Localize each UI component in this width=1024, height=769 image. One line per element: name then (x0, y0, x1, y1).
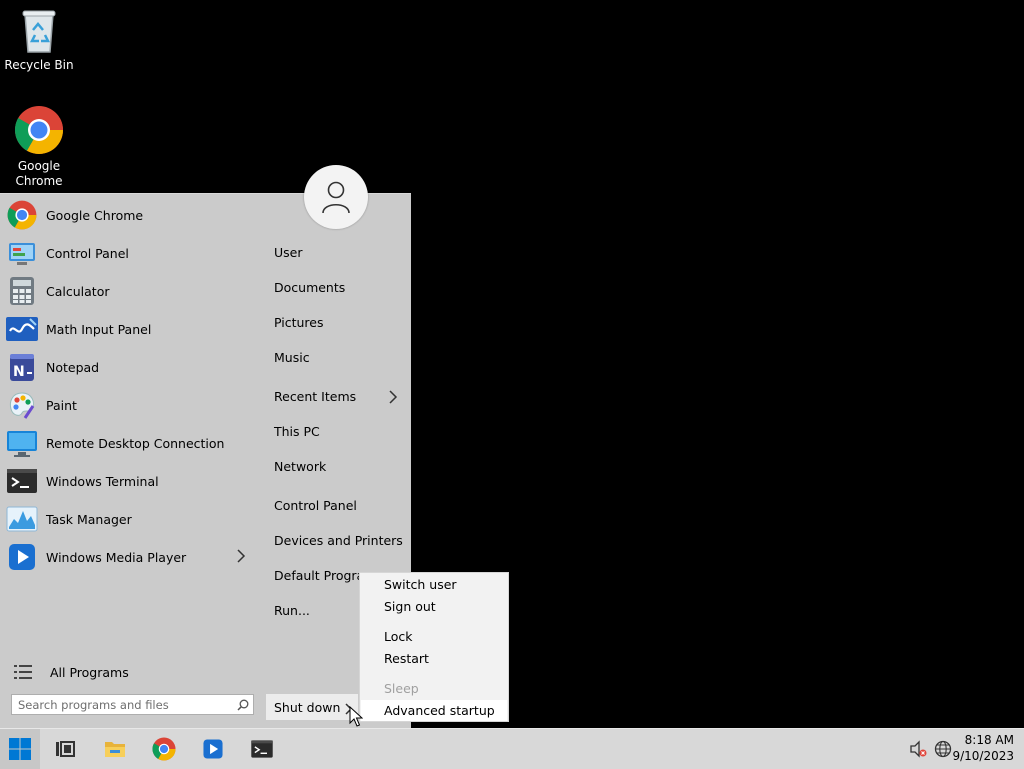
start-app-control-panel[interactable]: Control Panel (6, 235, 250, 271)
start-app-windows-terminal[interactable]: Windows Terminal (6, 463, 250, 499)
mouse-cursor-icon (349, 706, 363, 727)
notepad-icon: N (6, 351, 38, 383)
system-clock[interactable]: 8:18 AM 9/10/2023 (952, 732, 1014, 764)
search-input[interactable] (12, 697, 233, 712)
clock-date: 9/10/2023 (952, 749, 1014, 763)
start-place-recent-items[interactable]: Recent Items (274, 387, 356, 407)
search-box[interactable] (11, 694, 254, 715)
list-icon (14, 665, 32, 679)
app-label: Task Manager (46, 511, 132, 527)
recycle-bin-icon (22, 10, 56, 53)
start-place-music[interactable]: Music (274, 348, 310, 368)
power-options-menu: Switch user Sign out Lock Restart Sleep … (359, 572, 509, 722)
search-icon[interactable] (233, 699, 253, 711)
start-place-devices-printers[interactable]: Devices and Printers (274, 531, 403, 551)
network-globe-icon[interactable] (934, 740, 952, 758)
start-app-google-chrome[interactable]: Google Chrome (6, 197, 250, 233)
chrome-icon (6, 199, 38, 231)
taskbar-media-player[interactable] (193, 729, 233, 769)
menu-item-lock[interactable]: Lock (361, 626, 507, 647)
desktop-icon-recycle-bin[interactable]: Recycle Bin (0, 8, 78, 73)
taskbar-terminal[interactable] (242, 729, 282, 769)
start-place-network[interactable]: Network (274, 457, 326, 477)
start-icon (9, 738, 31, 760)
start-app-math-input-panel[interactable]: Math Input Panel (6, 311, 250, 347)
start-place-user[interactable]: User (274, 243, 303, 263)
clock-time: 8:18 AM (964, 733, 1014, 747)
user-icon (322, 181, 350, 214)
terminal-icon (6, 465, 38, 497)
start-place-pictures[interactable]: Pictures (274, 313, 324, 333)
desktop-icon-label: Google Chrome (15, 159, 63, 188)
start-app-remote-desktop[interactable]: Remote Desktop Connection (6, 425, 250, 461)
all-programs-label: All Programs (50, 664, 129, 680)
file-explorer-icon (105, 742, 125, 757)
start-app-task-manager[interactable]: Task Manager (6, 501, 250, 537)
app-label: Paint (46, 397, 77, 413)
app-label: Windows Media Player (46, 549, 187, 565)
user-avatar[interactable] (304, 165, 368, 229)
all-programs-button[interactable]: All Programs (14, 664, 129, 680)
chrome-icon (14, 106, 64, 155)
chevron-right-icon (389, 390, 398, 404)
chrome-icon (152, 737, 176, 761)
menu-item-sign-out[interactable]: Sign out (361, 596, 507, 617)
media-player-icon (6, 541, 38, 573)
taskbar-task-view[interactable] (45, 729, 85, 769)
paint-icon (6, 389, 38, 421)
start-button[interactable] (0, 729, 40, 769)
taskbar-file-explorer[interactable] (95, 729, 135, 769)
app-label: Notepad (46, 359, 100, 375)
menu-item-advanced-startup[interactable]: Advanced startup (361, 700, 507, 721)
terminal-icon (251, 740, 273, 758)
start-app-notepad[interactable]: N Notepad (6, 349, 250, 385)
chevron-right-icon (237, 549, 246, 563)
desktop-icon-label: Recycle Bin (4, 58, 74, 72)
math-input-icon (6, 313, 38, 345)
app-label: Calculator (46, 283, 110, 299)
menu-item-restart[interactable]: Restart (361, 648, 507, 669)
app-label: Windows Terminal (46, 473, 159, 489)
taskbar-chrome[interactable] (144, 729, 184, 769)
app-label: Google Chrome (46, 207, 144, 223)
start-place-run[interactable]: Run... (274, 601, 310, 621)
app-label: Math Input Panel (46, 321, 152, 337)
remote-desktop-icon (6, 427, 38, 459)
desktop-icon-google-chrome[interactable]: Google Chrome (0, 105, 78, 189)
start-app-calculator[interactable]: Calculator (6, 273, 250, 309)
shutdown-label: Shut down (274, 699, 341, 715)
volume-muted-icon[interactable] (909, 740, 927, 758)
svg-text:N: N (13, 364, 25, 380)
calculator-icon (6, 275, 38, 307)
app-label: Remote Desktop Connection (46, 435, 225, 451)
media-player-icon (203, 739, 223, 759)
control-panel-icon (6, 237, 38, 269)
start-place-control-panel[interactable]: Control Panel (274, 496, 357, 516)
menu-item-switch-user[interactable]: Switch user (361, 574, 507, 595)
menu-item-sleep: Sleep (384, 681, 419, 696)
start-app-windows-media-player[interactable]: Windows Media Player (6, 539, 250, 575)
start-place-this-pc[interactable]: This PC (274, 422, 320, 442)
start-app-paint[interactable]: Paint (6, 387, 250, 423)
taskbar: 8:18 AM 9/10/2023 (0, 728, 1024, 769)
app-label: Control Panel (46, 245, 129, 261)
start-place-documents[interactable]: Documents (274, 278, 345, 298)
task-view-icon (56, 741, 75, 757)
task-manager-icon (6, 503, 38, 535)
